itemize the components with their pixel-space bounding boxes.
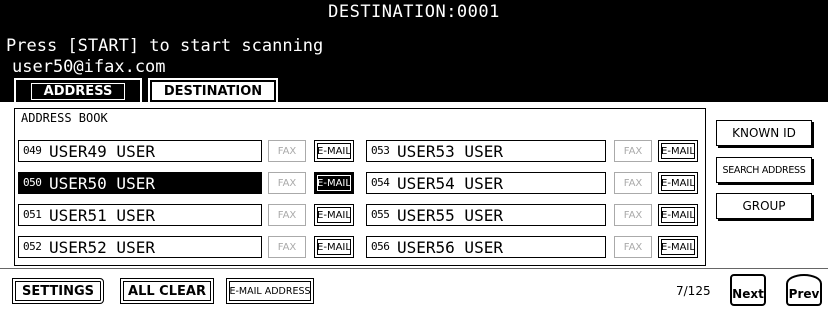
entry-name: USER53 USER <box>397 142 503 161</box>
email-button[interactable]: E-MAIL <box>658 236 698 258</box>
page-indicator: 7/125 <box>676 284 711 298</box>
address-entry[interactable]: 053 USER53 USER <box>366 140 606 162</box>
entry-name: USER51 USER <box>49 206 155 225</box>
next-page-button[interactable]: Next <box>730 274 766 306</box>
fax-button[interactable]: FAX <box>268 172 306 194</box>
address-book-title: ADDRESS BOOK <box>21 111 108 125</box>
email-button[interactable]: E-MAIL <box>658 204 698 226</box>
prev-page-button[interactable]: Prev <box>786 274 822 306</box>
status-message: Press [START] to start scanning <box>6 36 324 56</box>
search-address-button[interactable]: SEARCH ADDRESS <box>716 157 812 183</box>
email-button[interactable]: E-MAIL <box>314 140 354 162</box>
settings-button[interactable]: SETTINGS <box>12 278 104 304</box>
prev-label: Prev <box>788 287 820 301</box>
next-label: Next <box>732 287 764 301</box>
fax-button[interactable]: FAX <box>268 236 306 258</box>
entry-name: USER49 USER <box>49 142 155 161</box>
entry-number: 053 <box>371 144 390 157</box>
tab-address[interactable]: ADDRESS <box>14 78 142 104</box>
bottom-divider <box>0 268 828 269</box>
address-entry-selected[interactable]: 050 USER50 USER <box>18 172 262 194</box>
email-address-button[interactable]: E-MAIL ADDRESS <box>226 278 314 304</box>
known-id-button[interactable]: KNOWN ID <box>716 120 812 146</box>
entry-name: USER52 USER <box>49 238 155 257</box>
address-entry[interactable]: 052 USER52 USER <box>18 236 262 258</box>
fax-button[interactable]: FAX <box>614 140 652 162</box>
entry-number: 051 <box>23 208 42 221</box>
entry-number: 056 <box>371 240 390 253</box>
email-button[interactable]: E-MAIL <box>658 172 698 194</box>
tab-address-label: ADDRESS <box>30 82 126 100</box>
entry-number: 049 <box>23 144 42 157</box>
address-entry[interactable]: 049 USER49 USER <box>18 140 262 162</box>
email-button[interactable]: E-MAIL <box>314 236 354 258</box>
destination-title: DESTINATION:0001 <box>328 2 500 22</box>
address-entry[interactable]: 056 USER56 USER <box>366 236 606 258</box>
entry-name: USER54 USER <box>397 174 503 193</box>
address-entry[interactable]: 054 USER54 USER <box>366 172 606 194</box>
tab-destination[interactable]: DESTINATION <box>148 78 278 104</box>
email-button[interactable]: E-MAIL <box>658 140 698 162</box>
address-entry[interactable]: 055 USER55 USER <box>366 204 606 226</box>
fax-button[interactable]: FAX <box>268 140 306 162</box>
entry-name: USER55 USER <box>397 206 503 225</box>
all-clear-button[interactable]: ALL CLEAR <box>120 278 214 304</box>
entry-name: USER50 USER <box>49 174 155 193</box>
fax-button[interactable]: FAX <box>614 172 652 194</box>
fax-button[interactable]: FAX <box>268 204 306 226</box>
fax-button[interactable]: FAX <box>614 236 652 258</box>
entry-number: 050 <box>23 176 42 189</box>
address-entry[interactable]: 051 USER51 USER <box>18 204 262 226</box>
fax-button[interactable]: FAX <box>614 204 652 226</box>
email-button-active[interactable]: E-MAIL <box>314 172 354 194</box>
email-button[interactable]: E-MAIL <box>314 204 354 226</box>
entry-number: 055 <box>371 208 390 221</box>
group-button[interactable]: GROUP <box>716 193 812 219</box>
entry-name: USER56 USER <box>397 238 503 257</box>
entry-number: 052 <box>23 240 42 253</box>
destination-address: user50@ifax.com <box>12 57 166 77</box>
entry-number: 054 <box>371 176 390 189</box>
